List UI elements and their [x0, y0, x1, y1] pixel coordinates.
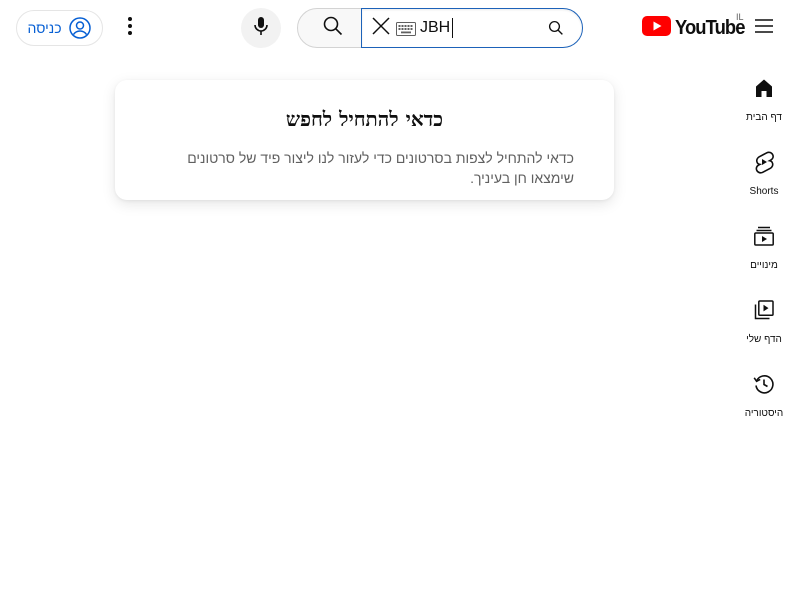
account-circle-icon: [68, 16, 92, 40]
clear-search-button[interactable]: [366, 13, 396, 43]
sidebar-item-label: הדף שלי: [746, 334, 782, 345]
sidebar-item-label: דף הבית: [746, 112, 782, 123]
sign-in-button[interactable]: כניסה: [16, 10, 103, 46]
clear-icon: [369, 14, 393, 43]
keyboard-icon[interactable]: [396, 22, 416, 36]
voice-search-button[interactable]: [241, 8, 281, 48]
country-code: IL: [736, 12, 744, 22]
hamburger-menu-icon: [752, 14, 776, 43]
prompt-body: כדאי להתחיל לצפות בסרטונים כדי לעזור לנו…: [187, 150, 574, 186]
sidebar-item-subscriptions[interactable]: מינויים: [728, 204, 800, 278]
sidebar-item-you[interactable]: הדף שלי: [728, 278, 800, 352]
sidebar-item-shorts[interactable]: Shorts: [728, 130, 800, 204]
youtube-logo-icon: [642, 15, 671, 41]
home-icon: [752, 76, 776, 105]
more-vertical-icon: [118, 14, 142, 43]
masthead: כניסה JBH YouTube IL: [0, 0, 800, 56]
subscriptions-icon: [752, 224, 776, 253]
sidebar-item-label: היסטוריה: [744, 408, 784, 419]
library-icon: [752, 298, 776, 327]
history-icon: [752, 372, 776, 401]
prompt-title: כדאי להתחיל לחפש: [285, 107, 444, 131]
guide-menu-button[interactable]: [748, 12, 780, 44]
sidebar-item-label: מינויים: [750, 260, 778, 271]
search-icon: [546, 18, 566, 38]
search-box: [361, 8, 583, 48]
text-caret: [452, 18, 453, 38]
microphone-icon: [249, 14, 273, 43]
more-options-button[interactable]: [114, 12, 146, 44]
sidebar-item-history[interactable]: היסטוריה: [728, 352, 800, 426]
sidebar-item-label: Shorts: [749, 186, 779, 197]
sidebar-item-home[interactable]: דף הבית: [728, 56, 800, 130]
shorts-icon: [752, 150, 776, 179]
start-searching-prompt: כדאי להתחיל לחפש כדאי להתחיל לצפות בסרטו…: [115, 80, 614, 200]
search-input[interactable]: [420, 17, 540, 39]
youtube-logo-text: YouTube: [675, 16, 745, 39]
search-icon: [321, 14, 345, 43]
youtube-logo[interactable]: YouTube: [642, 15, 751, 41]
sign-in-label: כניסה: [27, 20, 62, 36]
search-submit-button[interactable]: [297, 8, 369, 48]
